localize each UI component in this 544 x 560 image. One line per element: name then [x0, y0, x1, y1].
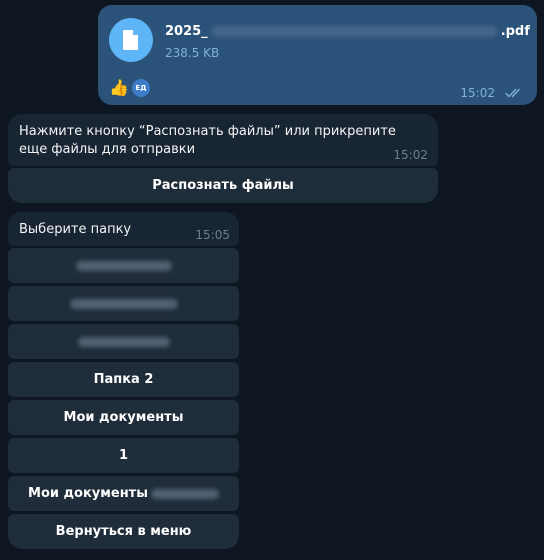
file-name-prefix: 2025_: [165, 24, 208, 39]
message-time: 15:02: [460, 86, 495, 100]
back-to-menu-button[interactable]: Вернуться в меню: [8, 514, 239, 549]
file-name-suffix: .pdf: [500, 24, 530, 39]
folder-button-my-documents[interactable]: Мои документы: [8, 400, 239, 435]
file-icon[interactable]: [109, 18, 153, 62]
folder-button-1[interactable]: 1: [8, 438, 239, 473]
outgoing-file-message[interactable]: 2025_ .pdf 238.5 KB 👍 ЕД 15:02: [98, 5, 537, 105]
document-icon: [123, 30, 138, 50]
file-name-redacted: [211, 26, 497, 37]
redacted-label: [77, 336, 170, 347]
reactions[interactable]: 👍 ЕД: [109, 78, 151, 98]
message-time: 15:05: [195, 228, 230, 242]
file-size: 238.5 KB: [165, 46, 220, 60]
bot-message-choose-folder: Выберите папку 15:05: [8, 212, 239, 246]
message-text: Нажмите кнопку “Распознать файлы” или пр…: [19, 124, 396, 157]
folder-button-redacted-2[interactable]: [8, 286, 239, 321]
message-text: Выберите папку: [19, 222, 132, 237]
reaction-avatar: ЕД: [130, 78, 151, 98]
redacted-label: [150, 488, 219, 499]
thumbs-up-icon[interactable]: 👍: [109, 79, 129, 97]
bot-message-recognize: Нажмите кнопку “Распознать файлы” или пр…: [8, 114, 438, 166]
folder-button-my-documents-2[interactable]: Мои документы: [8, 476, 239, 511]
folder-button-redacted-1[interactable]: [8, 248, 239, 283]
message-time: 15:02: [393, 148, 428, 162]
folder-button-papka-2[interactable]: Папка 2: [8, 362, 239, 397]
redacted-label: [75, 260, 172, 271]
double-check-icon: [505, 88, 520, 98]
folder-button-redacted-3[interactable]: [8, 324, 239, 359]
redacted-label: [69, 298, 178, 309]
file-name[interactable]: 2025_ .pdf: [165, 24, 530, 39]
recognize-files-button[interactable]: Распознать файлы: [8, 168, 438, 203]
folder-button-label: Мои документы: [28, 486, 148, 501]
